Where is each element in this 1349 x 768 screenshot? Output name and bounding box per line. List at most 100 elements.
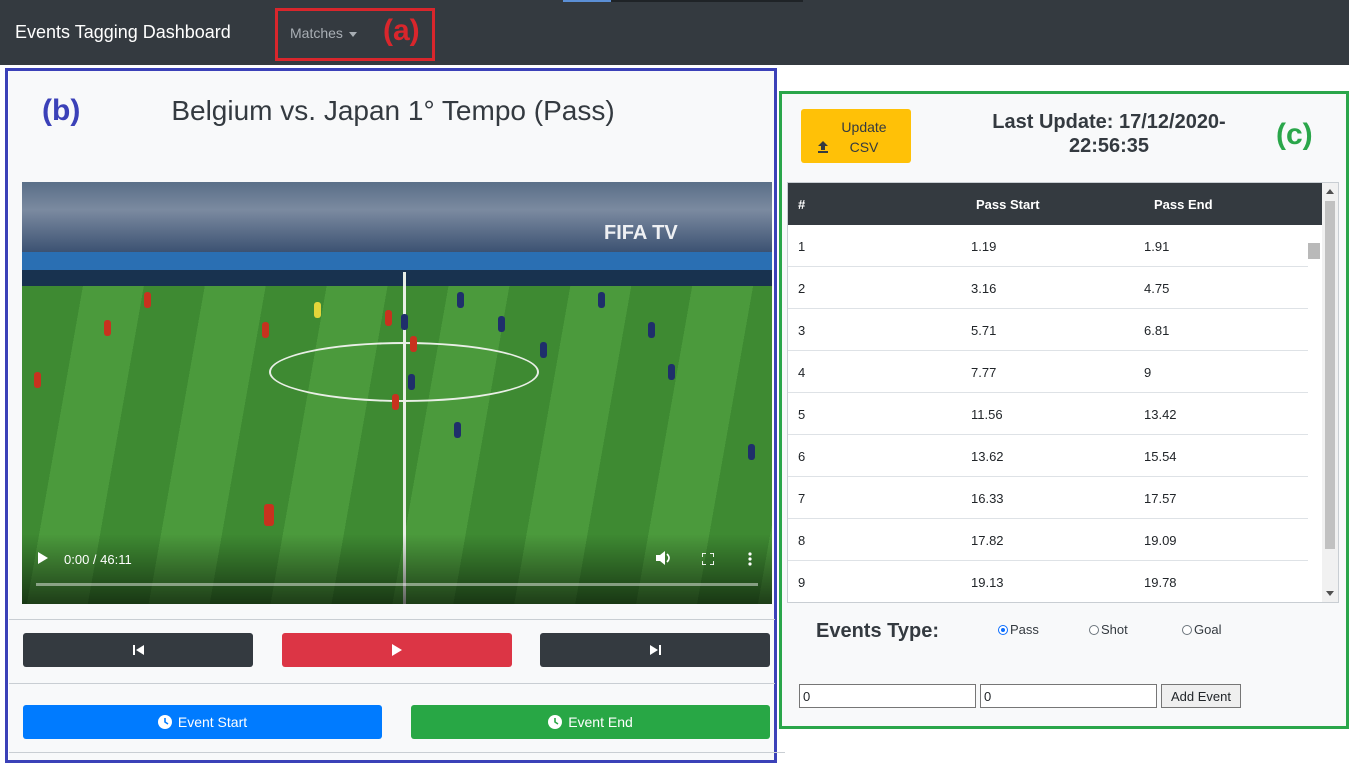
player-belgium bbox=[262, 322, 269, 338]
fullscreen-icon[interactable] bbox=[701, 552, 715, 568]
video-controls-bar bbox=[22, 534, 772, 604]
table-cell: 19.78 bbox=[1144, 575, 1177, 590]
scroll-up-icon[interactable] bbox=[1326, 189, 1334, 194]
table-cell: 7 bbox=[798, 491, 806, 506]
player-belgium bbox=[264, 504, 274, 526]
table-cell: 16.33 bbox=[971, 491, 1004, 506]
radio-label: Shot bbox=[1101, 622, 1128, 637]
column-header-pass-end: Pass End bbox=[1154, 197, 1213, 212]
upload-icon bbox=[818, 141, 828, 153]
player-japan bbox=[748, 444, 755, 460]
volume-icon[interactable] bbox=[656, 551, 672, 568]
table-cell: 8 bbox=[798, 533, 806, 548]
table-scrollbar[interactable] bbox=[1322, 183, 1338, 602]
navbar-brand[interactable]: Events Tagging Dashboard bbox=[15, 22, 231, 43]
last-update-text: Last Update: 17/12/2020- 22:56:35 bbox=[958, 110, 1260, 158]
table-cell: 6.81 bbox=[1144, 323, 1170, 338]
table-row: 7 16.33 17.57 bbox=[788, 477, 1308, 519]
clock-icon bbox=[157, 715, 172, 729]
player-japan bbox=[401, 314, 408, 330]
play-button[interactable] bbox=[282, 633, 512, 667]
play-icon bbox=[392, 644, 402, 656]
event-end-button[interactable]: Event End bbox=[411, 705, 770, 739]
event-start-input[interactable] bbox=[799, 684, 976, 708]
video-progress-bar[interactable] bbox=[36, 583, 758, 586]
column-header-index: # bbox=[798, 197, 806, 212]
table-cell: 1.19 bbox=[971, 239, 997, 254]
update-csv-label: Update CSV bbox=[841, 119, 887, 155]
event-end-input[interactable] bbox=[980, 684, 1157, 708]
annotation-label-c: (c) bbox=[1276, 118, 1313, 151]
top-accent-bar bbox=[563, 0, 611, 2]
video-title: Belgium vs. Japan 1° Tempo (Pass) bbox=[171, 95, 615, 126]
radio-unselected-icon bbox=[1089, 624, 1099, 635]
table-row: 5 11.56 13.42 bbox=[788, 393, 1308, 435]
add-event-button[interactable]: Add Event bbox=[1161, 684, 1241, 708]
radio-shot[interactable]: Shot bbox=[1089, 622, 1128, 637]
event-end-label: Event End bbox=[568, 714, 633, 730]
update-csv-button[interactable]: Update CSV bbox=[801, 109, 911, 163]
table-cell: 2 bbox=[798, 281, 806, 296]
table-cell: 17.57 bbox=[1144, 491, 1177, 506]
table-cell: 1 bbox=[798, 239, 806, 254]
table-cell: 1.91 bbox=[1144, 239, 1170, 254]
fifa-tv-logo: FIFA TV bbox=[604, 222, 678, 244]
player-japan bbox=[540, 342, 547, 358]
table-cell: 3.16 bbox=[971, 281, 997, 296]
table-row: 2 3.16 4.75 bbox=[788, 267, 1308, 309]
scroll-down-icon[interactable] bbox=[1326, 591, 1334, 596]
event-start-button[interactable]: Event Start bbox=[23, 705, 382, 739]
radio-goal[interactable]: Goal bbox=[1182, 622, 1221, 637]
table-cell: 7.77 bbox=[971, 365, 997, 380]
events-table[interactable]: # Pass Start Pass End 1 1.19 1.91 2 3.16… bbox=[787, 182, 1339, 603]
more-options-icon[interactable] bbox=[748, 552, 752, 569]
inner-scroll-thumb[interactable] bbox=[1308, 243, 1320, 259]
skip-previous-icon bbox=[132, 645, 144, 655]
next-button[interactable] bbox=[540, 633, 770, 667]
last-update-date: Last Update: 17/12/2020- bbox=[992, 111, 1226, 133]
table-row: 8 17.82 19.09 bbox=[788, 519, 1308, 561]
table-row: 4 7.77 9 bbox=[788, 351, 1308, 393]
table-cell: 17.82 bbox=[971, 533, 1004, 548]
table-cell: 19.09 bbox=[1144, 533, 1177, 548]
table-cell: 5.71 bbox=[971, 323, 997, 338]
player-japan bbox=[408, 374, 415, 390]
radio-selected-icon bbox=[998, 624, 1008, 635]
player-belgium bbox=[410, 336, 417, 352]
player-belgium bbox=[392, 394, 399, 410]
table-header: # Pass Start Pass End bbox=[788, 183, 1324, 225]
advertising-board bbox=[22, 252, 772, 270]
last-update-time: 22:56:35 bbox=[1068, 135, 1150, 157]
table-row: 1 1.19 1.91 bbox=[788, 225, 1308, 267]
table-cell: 15.54 bbox=[1144, 449, 1177, 464]
table-cell: 4 bbox=[798, 365, 806, 380]
table-cell: 19.13 bbox=[971, 575, 1004, 590]
player-belgium bbox=[104, 320, 111, 336]
radio-unselected-icon bbox=[1182, 624, 1192, 635]
clock-icon bbox=[548, 715, 563, 729]
radio-label: Pass bbox=[1010, 622, 1039, 637]
player-japan bbox=[598, 292, 605, 308]
skip-next-icon bbox=[649, 645, 661, 655]
table-row: 9 19.13 19.78 bbox=[788, 561, 1308, 602]
player-japan bbox=[454, 422, 461, 438]
divider bbox=[9, 752, 785, 753]
player-japan bbox=[648, 322, 655, 338]
events-type-label: Events Type: bbox=[816, 620, 939, 642]
table-cell: 3 bbox=[798, 323, 806, 338]
table-cell: 4.75 bbox=[1144, 281, 1170, 296]
scrollbar-thumb[interactable] bbox=[1325, 201, 1335, 549]
top-dark-bar bbox=[611, 0, 803, 2]
play-icon[interactable] bbox=[38, 552, 48, 567]
advertising-board-lower bbox=[22, 270, 772, 286]
radio-pass[interactable]: Pass bbox=[998, 622, 1039, 637]
event-start-label: Event Start bbox=[177, 714, 248, 730]
referee bbox=[314, 302, 321, 318]
radio-label: Goal bbox=[1194, 622, 1222, 637]
previous-button[interactable] bbox=[23, 633, 253, 667]
video-player[interactable]: FIFA TV 0:00 / 46:11 bbox=[22, 182, 772, 604]
table-cell: 11.56 bbox=[971, 407, 1003, 422]
video-time: 0:00 / 46:11 bbox=[64, 552, 132, 567]
table-row: 6 13.62 15.54 bbox=[788, 435, 1308, 477]
table-cell: 5 bbox=[798, 407, 806, 422]
